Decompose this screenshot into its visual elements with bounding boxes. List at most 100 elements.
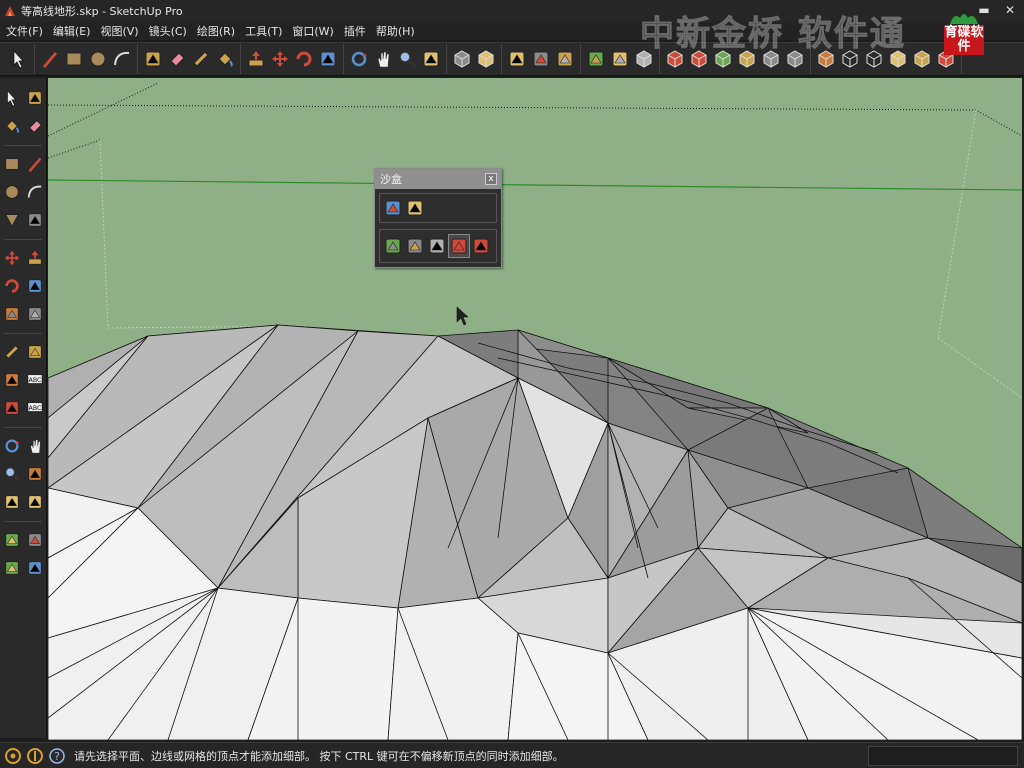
google-earth-icon[interactable] [553, 46, 577, 72]
status-bar: ? 请先选择平面、边线或网格的顶点才能添加细部。 按下 CTRL 键可在不偏移新… [0, 742, 1024, 768]
model-viewport[interactable] [48, 78, 1022, 740]
add-detail-icon[interactable] [448, 234, 470, 258]
section-plane-icon[interactable] [24, 556, 46, 580]
freehand-icon[interactable] [24, 208, 46, 232]
from-scratch-icon[interactable] [404, 196, 426, 220]
next-view-icon[interactable] [474, 46, 498, 72]
polygon-icon[interactable] [1, 208, 23, 232]
brand-logo: 育碟软件 [944, 8, 984, 56]
toolbar-separator [4, 330, 42, 334]
sandbox-toolbar-panel[interactable]: 沙盒 x [374, 168, 502, 268]
follow-me-icon[interactable] [24, 274, 46, 298]
offset-icon[interactable] [24, 302, 46, 326]
toolbar-separator [4, 236, 42, 240]
menu-tools[interactable]: 工具(T) [241, 23, 288, 39]
zoom-icon[interactable] [1, 462, 23, 486]
menu-window[interactable]: 窗口(W) [288, 23, 339, 39]
make-component-icon[interactable] [24, 86, 46, 110]
close-icon[interactable]: ✕ [1002, 2, 1018, 18]
tape-measure-icon[interactable] [189, 46, 213, 72]
pan-icon[interactable] [371, 46, 395, 72]
drape-icon[interactable] [426, 234, 448, 258]
close-icon[interactable]: x [485, 173, 497, 185]
sandbox-title-bar[interactable]: 沙盒 [375, 169, 501, 189]
make-component-icon[interactable] [141, 46, 165, 72]
zoom-extents-icon[interactable] [24, 490, 46, 514]
from-contours-icon[interactable] [382, 196, 404, 220]
zoom-icon[interactable] [395, 46, 419, 72]
toolbar-row [0, 460, 46, 488]
look-around-icon[interactable] [24, 528, 46, 552]
share-component-icon[interactable] [608, 46, 632, 72]
menu-view[interactable]: 视图(V) [96, 23, 144, 39]
eraser-icon[interactable] [165, 46, 189, 72]
toolbar-row [0, 84, 46, 112]
svg-text:?: ? [54, 750, 60, 763]
select-icon[interactable] [7, 46, 31, 72]
dimension-icon[interactable] [24, 340, 46, 364]
line-icon[interactable] [24, 152, 46, 176]
orbit-icon[interactable] [347, 46, 371, 72]
move-icon[interactable] [268, 46, 292, 72]
help-icon[interactable]: ? [48, 747, 66, 765]
toolbar-group-0 [4, 44, 35, 74]
status-message: 请先选择平面、边线或网格的顶点才能添加细部。 按下 CTRL 键可在不偏移新顶点… [74, 749, 564, 763]
menu-draw[interactable]: 绘图(R) [193, 23, 241, 39]
position-camera-icon[interactable] [1, 528, 23, 552]
get-models-icon[interactable] [584, 46, 608, 72]
orbit-icon[interactable] [1, 434, 23, 458]
rotate-icon[interactable] [1, 274, 23, 298]
share-model-icon[interactable] [529, 46, 553, 72]
rectangle-icon[interactable] [62, 46, 86, 72]
circle-icon[interactable] [86, 46, 110, 72]
pencil-icon[interactable] [38, 46, 62, 72]
shaded-textures-icon[interactable] [910, 46, 934, 72]
menu-camera[interactable]: 镜头(C) [145, 23, 193, 39]
menu-plugins[interactable]: 插件 [340, 23, 372, 39]
walk-icon[interactable] [1, 556, 23, 580]
toolbar-row: ABC [0, 366, 46, 394]
paint-bucket-icon[interactable] [213, 46, 237, 72]
follow-me-icon[interactable] [316, 46, 340, 72]
pan-icon[interactable] [24, 434, 46, 458]
menu-file[interactable]: 文件(F) [2, 23, 49, 39]
tape-measure-icon[interactable] [1, 340, 23, 364]
circle-icon[interactable] [1, 180, 23, 204]
scale-icon[interactable] [1, 302, 23, 326]
menu-help[interactable]: 帮助(H) [372, 23, 421, 39]
svg-text:ABC: ABC [28, 405, 42, 412]
credits-icon[interactable] [26, 747, 44, 765]
rotate-icon[interactable] [292, 46, 316, 72]
paint-bucket-icon[interactable] [1, 114, 23, 138]
smoove-icon[interactable] [382, 234, 404, 258]
protractor-icon[interactable] [1, 368, 23, 392]
previous-view-icon[interactable] [450, 46, 474, 72]
stamp-icon[interactable] [404, 234, 426, 258]
push-pull-icon[interactable] [24, 246, 46, 270]
axes-icon[interactable] [1, 396, 23, 420]
text-icon[interactable]: ABC [24, 368, 46, 392]
arc-icon[interactable] [110, 46, 134, 72]
3d-warehouse-icon[interactable] [505, 46, 529, 72]
logo-label: 育碟软件 [944, 25, 984, 55]
3d-text-icon[interactable]: ABC [24, 396, 46, 420]
previous-icon[interactable] [1, 490, 23, 514]
terrain-model [48, 82, 1022, 740]
menu-edit[interactable]: 编辑(E) [49, 23, 97, 39]
arc-icon[interactable] [24, 180, 46, 204]
geolocation-icon[interactable] [4, 747, 22, 765]
measurements-box[interactable] [868, 746, 1018, 766]
eraser-icon[interactable] [24, 114, 46, 138]
rectangle-icon[interactable] [1, 152, 23, 176]
move-icon[interactable] [1, 246, 23, 270]
toolbar-row [0, 272, 46, 300]
flip-edge-icon[interactable] [470, 234, 492, 258]
select-icon[interactable] [1, 86, 23, 110]
toolbar-separator [4, 424, 42, 428]
push-pull-icon[interactable] [244, 46, 268, 72]
toolbar-row [0, 526, 46, 554]
zoom-window-icon[interactable] [24, 462, 46, 486]
toolbar-group-3 [241, 44, 344, 74]
zoom-extents-icon[interactable] [419, 46, 443, 72]
toolbar-row [0, 112, 46, 140]
